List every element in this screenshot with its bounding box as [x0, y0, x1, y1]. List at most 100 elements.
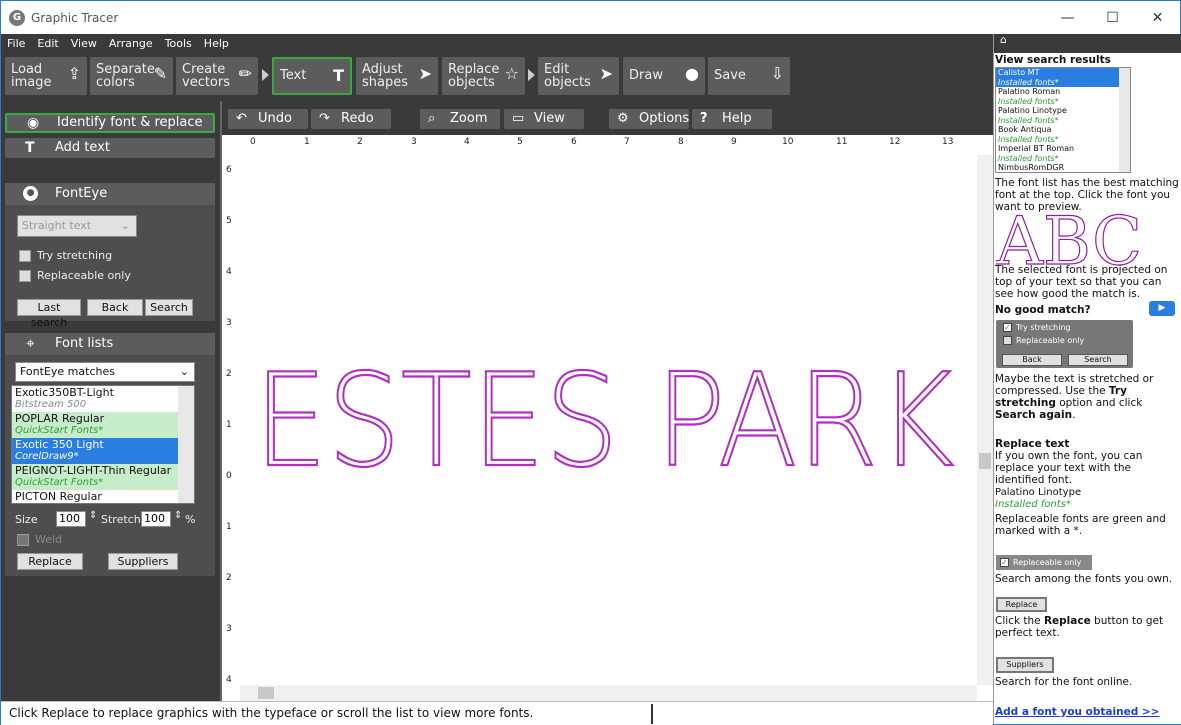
- canvas-vscrollbar[interactable]: [977, 155, 993, 685]
- add-text-button[interactable]: T Add text: [5, 138, 215, 158]
- font-source: Installed fonts*: [998, 134, 1059, 144]
- list-item[interactable]: PICTON Regular: [12, 490, 194, 503]
- eyedropper-icon: ✎: [153, 64, 167, 83]
- font-source: Installed fonts*: [998, 77, 1059, 87]
- redo-icon: ↷: [319, 111, 330, 126]
- load-image-button[interactable]: Load image ⇪: [5, 57, 87, 95]
- home-icon[interactable]: ⌂: [1000, 34, 1007, 46]
- canvas-hscroll-thumb[interactable]: [258, 687, 274, 699]
- size-input[interactable]: 100: [56, 511, 86, 527]
- menu-file[interactable]: File: [7, 37, 25, 50]
- help-button[interactable]: ? Help: [692, 109, 772, 129]
- menu-tools[interactable]: Tools: [165, 37, 192, 50]
- traced-text[interactable]: ESTES PARK: [253, 346, 955, 497]
- list-item[interactable]: Exotic350BT-Light Bitstream 500: [12, 386, 194, 412]
- try-stretching-mini: ✓ Try stretching: [1003, 323, 1071, 332]
- replace-objects-button[interactable]: Replace objects ☆: [442, 57, 525, 95]
- create-vectors-button[interactable]: Create vectors ✏: [176, 57, 258, 95]
- list-item[interactable]: Imperial BT Roman Installed fonts*: [996, 144, 1130, 163]
- font-name: Book Antiqua: [998, 125, 1052, 134]
- replace-button[interactable]: Replace: [17, 553, 83, 570]
- text-t-icon: T: [25, 140, 35, 156]
- redo-button[interactable]: ↷ Redo: [311, 109, 391, 129]
- last-search-button[interactable]: Last search: [17, 299, 81, 329]
- play-video-button[interactable]: ▶: [1149, 301, 1175, 316]
- list-item[interactable]: POPLAR Regular QuickStart Fonts*: [12, 412, 194, 438]
- adjust-shapes-button[interactable]: Adjust shapes ➤: [356, 57, 438, 95]
- canvas-vscroll-thumb[interactable]: [979, 453, 991, 469]
- font-list-scrollbar[interactable]: [178, 386, 194, 503]
- view-results-title: View search results: [995, 54, 1111, 66]
- maximize-button[interactable]: ☐: [1090, 1, 1135, 34]
- gear-icon: ⚙: [617, 111, 629, 126]
- identify-font-button[interactable]: ◉ Identify font & replace: [5, 113, 215, 133]
- view-button[interactable]: ▭ View: [504, 109, 584, 129]
- font-source: QuickStart Fonts*: [15, 477, 104, 488]
- close-button[interactable]: ✕: [1135, 1, 1180, 34]
- list-item[interactable]: Palatino Roman Installed fonts*: [996, 87, 1130, 106]
- help-text-8: Search for the font online.: [995, 676, 1133, 688]
- help-text-1: The font list has the best matching font…: [995, 177, 1179, 213]
- try-stretching-checkbox[interactable]: Try stretching: [19, 249, 112, 262]
- minimize-button[interactable]: —: [1045, 1, 1090, 34]
- stretch-stepper-icon[interactable]: ⇕: [174, 510, 182, 521]
- options-button[interactable]: ⚙ Options: [609, 109, 689, 129]
- list-item-selected[interactable]: Calisto MT Installed fonts*: [996, 68, 1130, 87]
- list-item[interactable]: NimbusRomDGR: [996, 163, 1130, 172]
- checkbox-box[interactable]: [17, 533, 29, 546]
- text-button[interactable]: Text T: [272, 57, 352, 95]
- font-lists-header: ⌖ Font lists: [5, 333, 215, 355]
- search-mini-button: Search: [1068, 354, 1128, 366]
- weld-label: Weld: [35, 533, 63, 546]
- font-list[interactable]: Exotic350BT-Light Bitstream 500 POPLAR Re…: [11, 385, 195, 504]
- font-list-dropdown[interactable]: FontEye matches ⌄: [15, 362, 195, 382]
- list-item[interactable]: Palatino Linotype Installed fonts*: [996, 106, 1130, 125]
- app-window: G Graphic Tracer — ☐ ✕ File Edit View Ar…: [0, 0, 1181, 725]
- search-button[interactable]: Search: [145, 299, 193, 316]
- list-item-selected[interactable]: Exotic 350 Light CorelDraw9*: [12, 438, 194, 464]
- results-list[interactable]: Calisto MT Installed fonts* Palatino Roma…: [995, 67, 1131, 173]
- back-button[interactable]: Back: [87, 299, 143, 316]
- size-stepper-icon[interactable]: ⇕: [89, 510, 97, 521]
- replaceable-only-checkbox[interactable]: Replaceable only: [19, 269, 131, 282]
- separate-colors-button[interactable]: Separate colors ✎: [90, 57, 173, 95]
- weld-checkbox[interactable]: Weld: [17, 533, 62, 546]
- canvas-hscrollbar[interactable]: [240, 685, 977, 701]
- undo-button[interactable]: ↶ Undo: [228, 109, 308, 129]
- edit-objects-button[interactable]: Edit objects ➤: [538, 57, 619, 95]
- font-name: PICTON Regular: [15, 490, 102, 503]
- app-icon: G: [9, 9, 25, 26]
- add-font-link[interactable]: Add a font you obtained >>: [995, 706, 1180, 718]
- zoom-button[interactable]: ⌕ Zoom: [420, 109, 500, 129]
- save-button[interactable]: Save ⇩: [708, 57, 790, 95]
- fonteye-title: FontEye: [55, 186, 108, 201]
- menu-view[interactable]: View: [71, 37, 97, 50]
- list-item[interactable]: Book Antiqua Installed fonts*: [996, 125, 1130, 144]
- try-stretching-mini-label: Try stretching: [1016, 323, 1071, 332]
- checkbox-box[interactable]: [19, 249, 31, 262]
- menu-arrange[interactable]: Arrange: [109, 37, 153, 50]
- text-mode-dropdown[interactable]: Straight text ⌄: [17, 215, 137, 237]
- replace-mini-button: Replace: [996, 597, 1047, 612]
- drawing-canvas[interactable]: 0 1 2 3 4 5 6 7 8 9 10 11 12 13 6 5 4 3 …: [222, 135, 993, 701]
- help-text-6: Search among the fonts you own.: [995, 573, 1173, 585]
- load-image-icon: ⇪: [67, 64, 81, 83]
- fonteye-icon: ◉: [27, 115, 40, 131]
- menu-help[interactable]: Help: [204, 37, 229, 50]
- draw-button[interactable]: Draw ●: [623, 57, 705, 95]
- text-t-icon: T: [333, 66, 344, 85]
- results-scrollbar[interactable]: [1119, 68, 1130, 172]
- list-item[interactable]: PEIGNOT-LIGHT-Thin Regular QuickStart Fon…: [12, 464, 194, 490]
- create-vectors-label: Create vectors: [182, 62, 231, 90]
- font-lists-title: Font lists: [55, 336, 114, 351]
- menu-edit[interactable]: Edit: [37, 37, 58, 50]
- stretch-input[interactable]: 100: [141, 511, 171, 527]
- load-image-label: Load image: [11, 62, 52, 90]
- magnifier-icon: ⌕: [428, 111, 436, 126]
- size-label: Size: [15, 513, 38, 526]
- checkbox-box[interactable]: [19, 269, 31, 282]
- status-divider: [651, 704, 653, 724]
- font-source: CorelDraw9*: [15, 451, 79, 462]
- suppliers-button[interactable]: Suppliers: [108, 553, 178, 570]
- font-source: Installed fonts*: [998, 153, 1059, 163]
